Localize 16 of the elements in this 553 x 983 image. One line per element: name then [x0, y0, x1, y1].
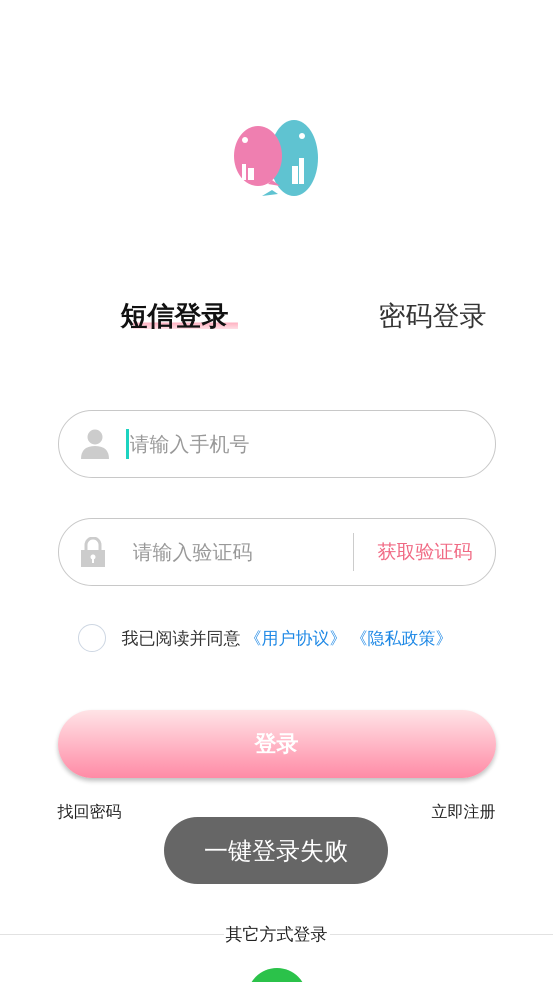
agree-checkbox[interactable]	[78, 624, 106, 652]
forgot-password-link[interactable]: 找回密码	[58, 802, 122, 823]
phone-field[interactable]: 请输入手机号	[58, 410, 496, 478]
toast-message: 一键登录失败	[164, 817, 388, 884]
user-icon	[80, 429, 108, 459]
policy-link[interactable]: 《用户协议》	[244, 626, 346, 650]
register-link[interactable]: 立即注册	[432, 802, 496, 823]
lock-icon	[80, 537, 104, 567]
agreement-text: 我已阅读并同意	[122, 628, 240, 650]
phone-input[interactable]: 请输入手机号	[130, 424, 494, 464]
get-code-button[interactable]: 获取验证码	[354, 539, 494, 565]
code-field[interactable]: 请输入验证码 获取验证码	[58, 518, 496, 586]
login-tab[interactable]: 密码登录	[368, 298, 496, 334]
other-login-label: 其它方式登录	[224, 924, 328, 946]
code-input[interactable]: 请输入验证码	[132, 532, 352, 572]
policy-link[interactable]: 《隐私政策》	[350, 626, 452, 650]
